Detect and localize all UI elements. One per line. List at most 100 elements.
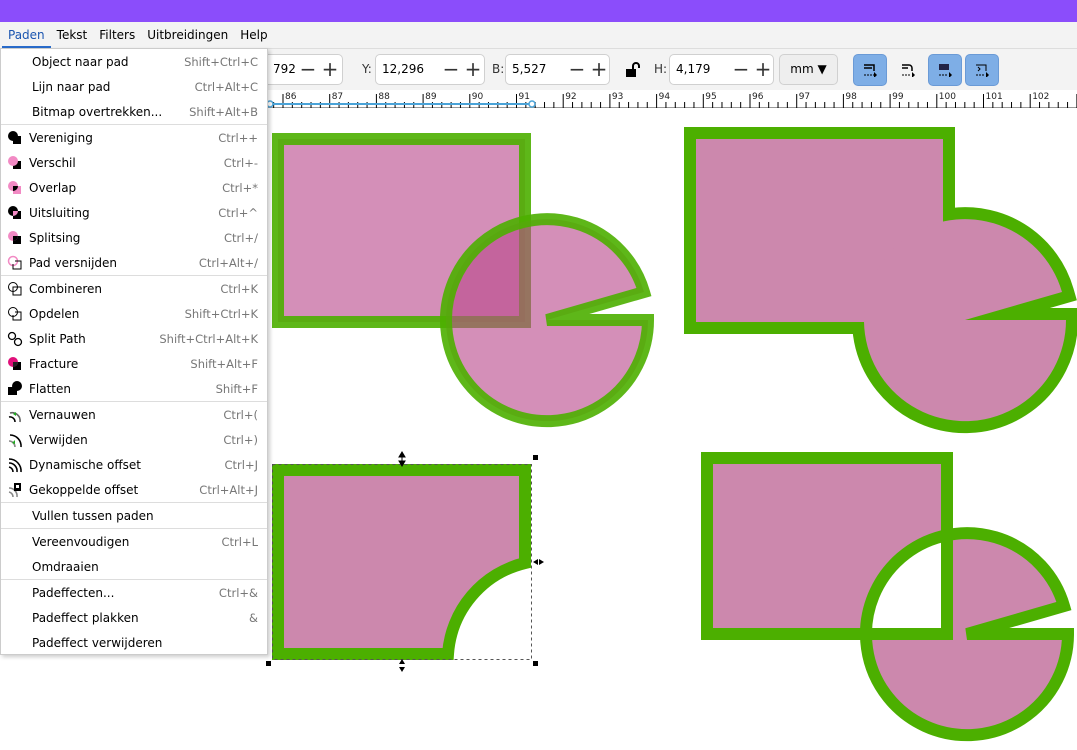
menu-item-shortcut: Ctrl+(	[223, 407, 258, 422]
ruler-label: 90	[471, 92, 484, 102]
menu-item-label: Opdelen	[29, 306, 80, 321]
ruler-label: 89	[425, 92, 437, 102]
menu-item-label: Lijn naar pad	[32, 79, 111, 94]
scale-corners-toggle[interactable]	[891, 54, 925, 86]
menu-item-verschil[interactable]: Verschil Ctrl+-	[1, 150, 267, 175]
split-path-icon	[1, 326, 29, 351]
menu-paden[interactable]: Paden	[2, 22, 51, 48]
title-bar	[0, 0, 1077, 22]
width-field[interactable]: 5,527 − +	[505, 54, 610, 85]
menu-item-label: Verschil	[29, 155, 76, 170]
ruler-label: 101	[985, 92, 1003, 102]
move-gradients-icon	[939, 64, 952, 77]
menu-tekst[interactable]: Tekst	[51, 22, 94, 48]
menu-item-shortcut: Ctrl+Alt+J	[199, 482, 258, 497]
menu-item-gekoppelde-offset[interactable]: Gekoppelde offset Ctrl+Alt+J	[1, 477, 267, 502]
menu-item-label: Split Path	[29, 331, 86, 346]
move-patterns-toggle[interactable]	[965, 54, 999, 86]
menu-filters[interactable]: Filters	[93, 22, 141, 48]
shape-union[interactable]	[684, 127, 1077, 434]
ruler-label: 95	[705, 92, 717, 102]
menu-item-opdelen[interactable]: Opdelen Shift+Ctrl+K	[1, 301, 267, 326]
menu-item-label: Pad versnijden	[29, 255, 118, 270]
menu-item-label: Vernauwen	[29, 407, 96, 422]
x-value: 792	[273, 62, 296, 76]
ruler-label: 102	[1032, 92, 1050, 102]
menu-help[interactable]: Help	[234, 22, 273, 48]
menu-item-vereenvoudigen[interactable]: Vereenvoudigen Ctrl+L	[1, 529, 267, 554]
flatten-icon	[1, 376, 29, 401]
ruler-label: 86	[285, 92, 297, 102]
unit-value: mm	[790, 62, 814, 76]
x-increment-button[interactable]: +	[319, 55, 341, 84]
menu-item-vullen-tussen-paden[interactable]: Vullen tussen paden	[1, 503, 267, 528]
ruler-label: 94	[658, 92, 671, 102]
menu-item-object-naar-pad[interactable]: Object naar pad Shift+Ctrl+C	[1, 49, 267, 74]
menu-item-vereniging[interactable]: Vereniging Ctrl++	[1, 125, 267, 150]
height-decrement-button[interactable]: −	[730, 55, 752, 84]
division-icon	[1, 225, 29, 250]
menu-item-overlap[interactable]: Overlap Ctrl+*	[1, 175, 267, 200]
menu-item-uitsluiting[interactable]: Uitsluiting Ctrl+^	[1, 200, 267, 225]
menu-item-padeffect-verwijderen[interactable]: Padeffect verwijderen	[1, 630, 267, 655]
menu-item-fracture[interactable]: Fracture Shift+Alt+F	[1, 351, 267, 376]
menu-item-label: Padeffect plakken	[32, 610, 139, 625]
menu-item-split-path[interactable]: Split Path Shift+Ctrl+Alt+K	[1, 326, 267, 351]
menu-item-label: Vereenvoudigen	[32, 534, 130, 549]
menu-item-label: Combineren	[29, 281, 103, 296]
y-increment-button[interactable]: +	[462, 55, 484, 84]
y-label: Y:	[362, 62, 372, 76]
height-field[interactable]: 4,179 − +	[669, 54, 774, 85]
x-decrement-button[interactable]: −	[297, 55, 319, 84]
ruler-label: 99	[892, 92, 904, 102]
menu-item-shortcut: Shift+Ctrl+Alt+K	[159, 331, 258, 346]
width-increment-button[interactable]: +	[588, 55, 610, 84]
menu-item-shortcut: Ctrl+/	[224, 230, 258, 245]
menu-bar: Paden Tekst Filters Uitbreidingen Help	[0, 22, 1077, 48]
menu-item-label: Splitsing	[29, 230, 81, 245]
menu-item-pad-versnijden[interactable]: Pad versnijden Ctrl+Alt+/	[1, 250, 267, 275]
menu-item-shortcut: Shift+Alt+F	[190, 356, 258, 371]
menu-item-flatten[interactable]: Flatten Shift+F	[1, 376, 267, 401]
menu-item-bitmap-overtrekken[interactable]: Bitmap overtrekken... Shift+Alt+B	[1, 99, 267, 124]
menu-item-lijn-naar-pad[interactable]: Lijn naar pad Ctrl+Alt+C	[1, 74, 267, 99]
linked-offset-icon	[1, 477, 29, 502]
shape-original[interactable]	[272, 133, 655, 428]
menu-item-shortcut: Shift+Alt+B	[189, 104, 258, 119]
scale-stroke-icon	[864, 64, 877, 77]
menu-uitbreidingen[interactable]: Uitbreidingen	[141, 22, 234, 48]
menu-item-verwijden[interactable]: Verwijden Ctrl+)	[1, 427, 267, 452]
unit-dropdown[interactable]: mm ▼	[779, 54, 838, 85]
menu-item-label: Verwijden	[29, 432, 88, 447]
chevron-down-icon: ▼	[817, 62, 827, 76]
exclusion-icon	[1, 200, 29, 225]
menu-item-combineren[interactable]: Combineren Ctrl+K	[1, 276, 267, 301]
paden-dropdown-menu: Object naar pad Shift+Ctrl+C Lijn naar pad…	[0, 48, 268, 655]
menu-item-dynamische-offset[interactable]: Dynamische offset Ctrl+J	[1, 452, 267, 477]
menu-item-omdraaien[interactable]: Omdraaien	[1, 554, 267, 579]
scale-stroke-toggle[interactable]	[853, 54, 887, 86]
y-value: 12,296	[382, 62, 424, 76]
menu-item-label: Dynamische offset	[29, 457, 141, 472]
menu-item-splitsing[interactable]: Splitsing Ctrl+/	[1, 225, 267, 250]
height-increment-button[interactable]: +	[752, 55, 774, 84]
y-field[interactable]: 12,296 − +	[375, 54, 485, 85]
y-decrement-button[interactable]: −	[440, 55, 462, 84]
shape-difference[interactable]	[266, 451, 544, 672]
move-gradients-toggle[interactable]	[928, 54, 962, 86]
ruler-label: 91	[518, 92, 530, 102]
lock-open-icon[interactable]	[625, 62, 641, 78]
menu-item-label: Omdraaien	[32, 559, 99, 574]
menu-item-padeffecten[interactable]: Padeffecten... Ctrl+&	[1, 580, 267, 605]
menu-item-label: Overlap	[29, 180, 77, 195]
height-label: H:	[654, 62, 668, 76]
menu-item-vernauwen[interactable]: Vernauwen Ctrl+(	[1, 402, 267, 427]
ruler-label: 100	[938, 92, 956, 102]
menu-item-padeffect-plakken[interactable]: Padeffect plakken &	[1, 605, 267, 630]
break-apart-icon	[1, 301, 29, 326]
height-value: 4,179	[676, 62, 711, 76]
menu-item-shortcut: Ctrl+Alt+/	[198, 255, 258, 270]
width-decrement-button[interactable]: −	[566, 55, 588, 84]
menu-item-label: Padeffecten...	[32, 585, 115, 600]
shape-exclusion[interactable]	[701, 452, 1075, 742]
